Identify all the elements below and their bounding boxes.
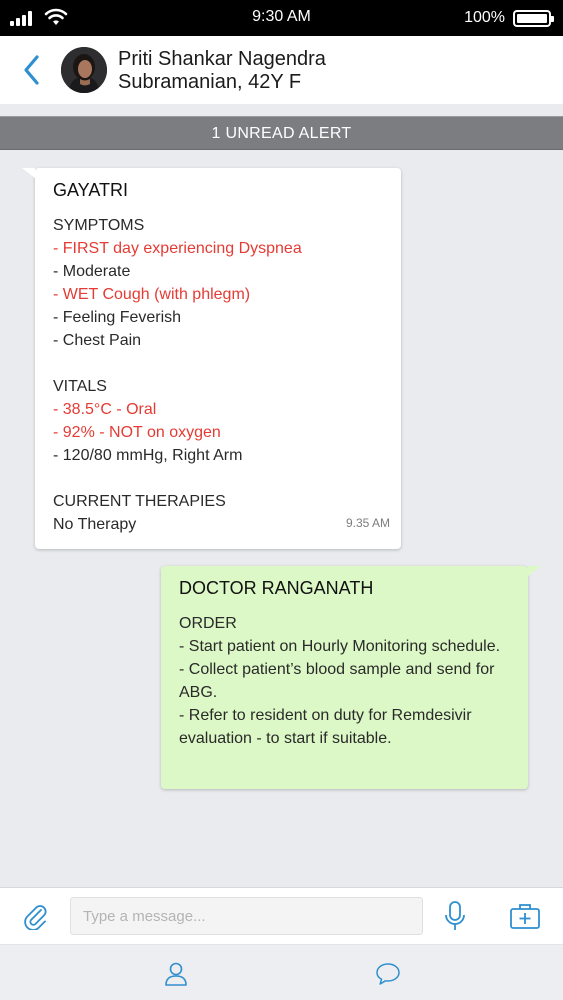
symptom-line: - Moderate bbox=[53, 263, 131, 280]
vital-line: - 120/80 mmHg, Right Arm bbox=[53, 447, 243, 464]
order-line: - Start patient on Hourly Monitoring sch… bbox=[179, 638, 501, 655]
therapies-value: No Therapy bbox=[53, 516, 137, 533]
message-sender: DOCTOR RANGANATH bbox=[179, 578, 374, 598]
symptom-line: - Chest Pain bbox=[53, 332, 142, 349]
message-input[interactable] bbox=[70, 897, 423, 935]
symptom-line: - Feeling Feverish bbox=[53, 309, 182, 326]
paperclip-icon[interactable] bbox=[22, 902, 48, 930]
order-line: - Collect patient’s blood sample and sen… bbox=[179, 661, 495, 701]
status-bar: 9:30 AM 100% bbox=[0, 0, 563, 36]
medical-kit-icon[interactable] bbox=[509, 902, 541, 930]
battery-percent: 100% bbox=[464, 9, 505, 26]
battery-icon bbox=[513, 10, 554, 27]
symptom-line: - WET Cough (with phlegm) bbox=[53, 286, 251, 303]
vital-line: - 92% - NOT on oxygen bbox=[53, 424, 221, 441]
therapies-title: CURRENT THERAPIES bbox=[53, 493, 226, 510]
chat-icon[interactable] bbox=[375, 962, 401, 986]
symptom-line: - FIRST day experiencing Dyspnea bbox=[53, 240, 302, 257]
incoming-message[interactable]: GAYATRI SYMPTOMS - FIRST day experiencin… bbox=[22, 168, 401, 549]
order-line: - Refer to resident on duty for Remdesiv… bbox=[179, 707, 472, 747]
patient-name: Priti Shankar Nagendra Subramanian, 42Y … bbox=[118, 48, 326, 93]
symptoms-title: SYMPTOMS bbox=[53, 217, 145, 234]
vital-line: - 38.5°C - Oral bbox=[53, 401, 157, 418]
vitals-title: VITALS bbox=[53, 378, 107, 395]
microphone-icon[interactable] bbox=[444, 900, 466, 932]
chat-header: Priti Shankar Nagendra Subramanian, 42Y … bbox=[0, 36, 563, 104]
user-icon[interactable] bbox=[164, 961, 188, 987]
unread-alert-bar[interactable]: 1 UNREAD ALERT bbox=[0, 116, 563, 150]
message-composer bbox=[0, 887, 563, 944]
message-time: 9.35 AM bbox=[345, 516, 390, 530]
back-chevron-icon[interactable] bbox=[20, 52, 44, 88]
bottom-tab-bar bbox=[0, 944, 563, 1000]
order-title: ORDER bbox=[179, 615, 237, 632]
avatar[interactable] bbox=[61, 47, 107, 93]
message-sender: GAYATRI bbox=[53, 180, 129, 200]
outgoing-message[interactable]: DOCTOR RANGANATH ORDER - Start patient o… bbox=[161, 566, 541, 789]
